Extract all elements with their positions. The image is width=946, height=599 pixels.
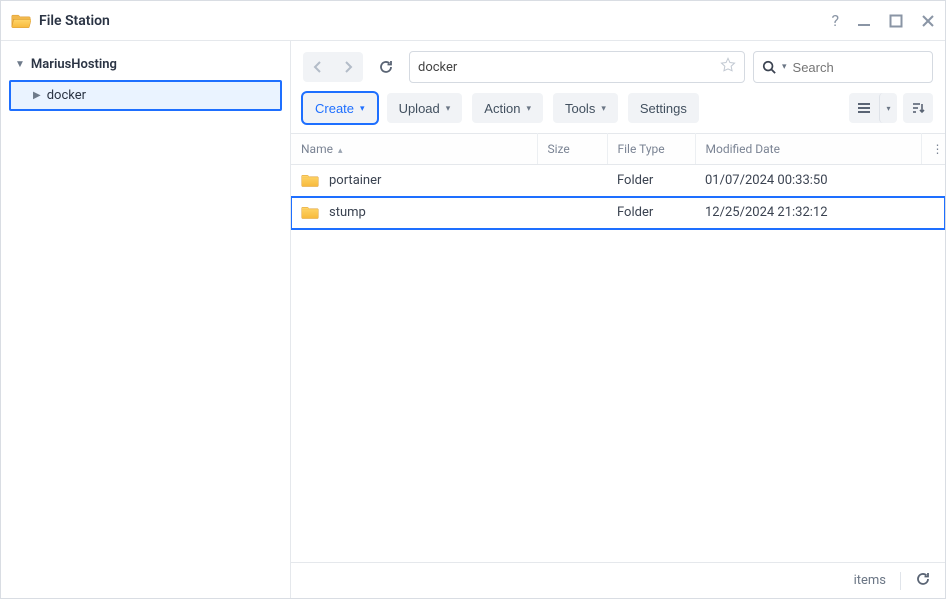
help-icon[interactable]: ? [831, 11, 839, 30]
col-modified[interactable]: Modified Date [695, 134, 921, 165]
app-title: File Station [39, 13, 110, 29]
view-dropdown-button[interactable]: ▾ [879, 93, 897, 123]
caret-down-icon: ▾ [526, 103, 531, 114]
sidebar-item-docker[interactable]: ▶ docker [9, 80, 282, 111]
file-type: Folder [607, 197, 695, 229]
table-row[interactable]: portainer Folder01/07/2024 00:33:50 [291, 165, 945, 197]
action-button[interactable]: Action ▾ [472, 93, 543, 123]
tools-label: Tools [565, 101, 595, 116]
col-type[interactable]: File Type [607, 134, 695, 165]
favorite-icon[interactable] [720, 57, 736, 77]
nav-history [303, 52, 363, 82]
app-icon [11, 11, 31, 31]
sidebar: ▼ MariusHosting ▶ docker [1, 41, 291, 598]
sort-asc-icon: ▴ [338, 146, 343, 156]
tree-root[interactable]: ▼ MariusHosting [9, 51, 282, 78]
refresh-icon [378, 59, 394, 75]
table-row[interactable]: stump Folder12/25/2024 21:32:12 [291, 197, 945, 229]
settings-label: Settings [640, 101, 687, 116]
path-input[interactable]: docker [409, 51, 745, 83]
col-name[interactable]: Name ▴ [291, 134, 537, 165]
back-button[interactable] [303, 52, 333, 82]
file-table: Name ▴ Size File Type Modified Date ⋮ po… [291, 133, 945, 229]
caret-down-icon: ▾ [360, 103, 365, 114]
titlebar: File Station ? [1, 1, 945, 41]
nav-toolbar: docker ▾ [291, 41, 945, 83]
window: File Station ? ▼ MariusHosting ▶ docker [0, 0, 946, 599]
caret-down-icon: ▾ [446, 103, 451, 114]
action-label: Action [484, 101, 520, 116]
list-view-icon [856, 100, 872, 116]
search-icon [762, 60, 776, 74]
create-button[interactable]: Create ▾ [303, 93, 377, 123]
caret-right-icon: ▶ [33, 90, 41, 101]
status-refresh-button[interactable] [915, 571, 931, 591]
action-toolbar: Create ▾ Upload ▾ Action ▾ Tools ▾ Setti… [291, 83, 945, 133]
main-panel: docker ▾ Create ▾ [291, 41, 945, 598]
chevron-left-icon [312, 61, 324, 73]
tree-root-label: MariusHosting [31, 57, 117, 72]
sidebar-item-label: docker [47, 88, 86, 103]
col-more[interactable]: ⋮ [921, 134, 945, 165]
refresh-button[interactable] [371, 52, 401, 82]
chevron-right-icon [342, 61, 354, 73]
file-size [537, 165, 607, 197]
search-input[interactable] [793, 60, 946, 75]
folder-icon [301, 173, 319, 188]
file-size [537, 197, 607, 229]
close-icon[interactable] [921, 14, 935, 28]
forward-button[interactable] [333, 52, 363, 82]
folder-icon [301, 205, 319, 220]
caret-down-icon: ▾ [601, 103, 606, 114]
file-modified: 12/25/2024 21:32:12 [695, 197, 921, 229]
view-list-button[interactable] [849, 93, 879, 123]
sort-button[interactable] [903, 93, 933, 123]
window-controls: ? [831, 11, 935, 30]
refresh-icon [915, 571, 931, 587]
file-table-wrap: Name ▴ Size File Type Modified Date ⋮ po… [291, 133, 945, 562]
maximize-icon[interactable] [889, 14, 903, 28]
col-size[interactable]: Size [537, 134, 607, 165]
create-label: Create [315, 101, 354, 116]
sort-icon [910, 100, 926, 116]
file-name: stump [329, 205, 366, 220]
search-box[interactable]: ▾ [753, 51, 933, 83]
file-name: portainer [329, 173, 381, 188]
more-icon: ⋮ [932, 142, 944, 156]
file-modified: 01/07/2024 00:33:50 [695, 165, 921, 197]
statusbar: items [291, 562, 945, 598]
file-type: Folder [607, 165, 695, 197]
caret-down-icon: ▼ [15, 59, 25, 70]
settings-button[interactable]: Settings [628, 93, 699, 123]
items-label: items [854, 573, 886, 588]
upload-label: Upload [399, 101, 440, 116]
upload-button[interactable]: Upload ▾ [387, 93, 463, 123]
search-caret-icon: ▾ [782, 62, 787, 72]
caret-down-icon: ▾ [886, 104, 890, 113]
minimize-icon[interactable] [857, 14, 871, 28]
path-text: docker [418, 60, 720, 75]
divider [900, 572, 901, 590]
tools-button[interactable]: Tools ▾ [553, 93, 618, 123]
